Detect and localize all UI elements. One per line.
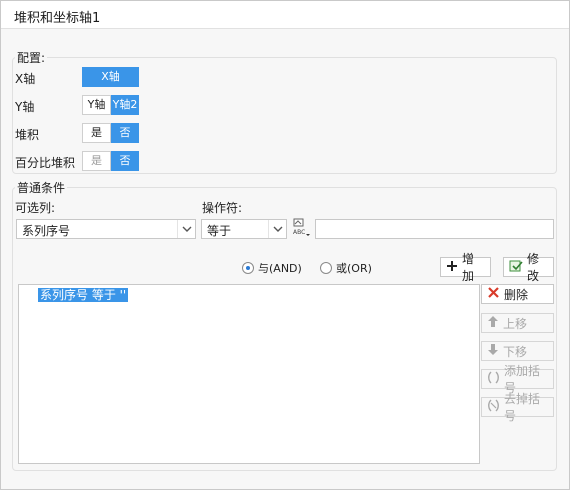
- column-select[interactable]: 系列序号: [16, 219, 196, 239]
- percent-stack-label: 百分比堆积: [15, 156, 76, 170]
- percent-stack-yes[interactable]: 是: [82, 151, 111, 171]
- move-down-button[interactable]: 下移: [481, 341, 554, 361]
- condition-value-input[interactable]: [315, 219, 554, 239]
- chevron-down-icon[interactable]: [268, 220, 286, 238]
- stack-yes[interactable]: 是: [82, 123, 111, 143]
- radio-and-dot[interactable]: [242, 262, 254, 274]
- remove-bracket-button-label: 去掉括号: [504, 392, 541, 423]
- modify-button[interactable]: 修改: [503, 252, 554, 283]
- chevron-down-icon[interactable]: [177, 220, 195, 238]
- radio-and[interactable]: 与(AND): [242, 260, 302, 276]
- column-select-value: 系列序号: [22, 224, 71, 238]
- move-up-button-label: 上移: [503, 316, 528, 331]
- formula-editor-icon[interactable]: ABC: [291, 217, 313, 239]
- radio-or-dot[interactable]: [320, 262, 332, 274]
- percent-stack-selector: 是 否: [82, 151, 139, 171]
- condition-list-item[interactable]: 系列序号 等于 '': [38, 288, 129, 302]
- stack-no[interactable]: 否: [111, 123, 139, 143]
- x-axis-selector: X轴: [82, 67, 139, 87]
- remove-bracket-icon: [487, 399, 500, 415]
- bracket-icon: [487, 371, 500, 387]
- stack-selector: 是 否: [82, 123, 139, 143]
- radio-or-label: 或(OR): [336, 262, 372, 275]
- arrow-down-icon: [487, 343, 499, 359]
- operator-select-value: 等于: [207, 224, 232, 238]
- edit-icon: [509, 259, 523, 276]
- window-title: 堆积和坐标轴1: [14, 11, 101, 26]
- y-axis-option-1[interactable]: Y轴: [82, 95, 111, 115]
- plus-icon: [446, 260, 458, 275]
- radio-and-label: 与(AND): [258, 262, 302, 275]
- x-axis-option[interactable]: X轴: [82, 67, 139, 87]
- condition-group-label: 普通条件: [15, 179, 68, 196]
- x-axis-label: X轴: [15, 72, 36, 86]
- operator-label: 操作符:: [202, 201, 243, 215]
- title-bar: 堆积和坐标轴1: [1, 1, 569, 29]
- condition-list[interactable]: 系列序号 等于 '': [18, 284, 480, 464]
- add-button[interactable]: 增加: [440, 252, 491, 283]
- percent-stack-no[interactable]: 否: [111, 151, 139, 171]
- y-axis-selector: Y轴 Y轴2: [82, 95, 139, 115]
- column-label: 可选列:: [15, 201, 56, 215]
- delete-button[interactable]: 删除: [481, 284, 554, 304]
- add-bracket-button[interactable]: 添加括号: [481, 364, 554, 395]
- add-button-label: 增加: [462, 252, 475, 283]
- config-group-label: 配置:: [15, 49, 48, 66]
- remove-bracket-button[interactable]: 去掉括号: [481, 392, 554, 423]
- radio-or[interactable]: 或(OR): [320, 260, 372, 276]
- svg-text:ABC: ABC: [293, 229, 305, 236]
- modify-button-label: 修改: [527, 252, 540, 283]
- operator-select[interactable]: 等于: [201, 219, 287, 239]
- move-down-button-label: 下移: [503, 344, 528, 359]
- delete-button-label: 删除: [504, 287, 529, 302]
- delete-x-icon: [487, 286, 500, 302]
- move-up-button[interactable]: 上移: [481, 313, 554, 333]
- stack-label: 堆积: [15, 128, 40, 142]
- y-axis-label: Y轴: [15, 100, 35, 114]
- arrow-up-icon: [487, 315, 499, 331]
- y-axis-option-2[interactable]: Y轴2: [111, 95, 139, 115]
